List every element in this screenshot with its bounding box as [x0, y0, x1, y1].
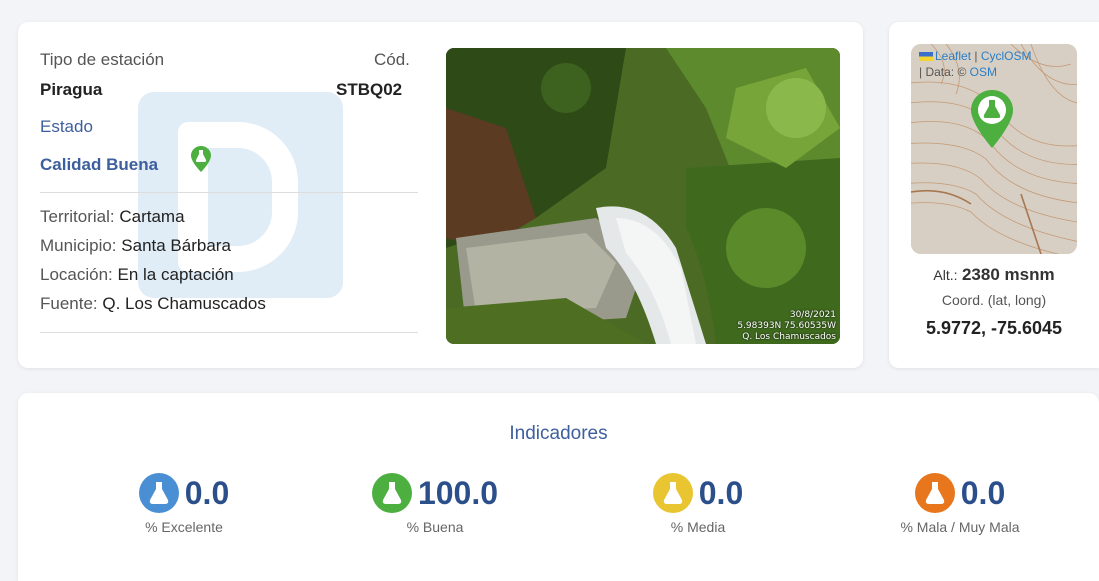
- map[interactable]: Leaflet | CyclOSM | Data: © OSM: [911, 44, 1077, 254]
- photo-source: Q. Los Chamuscados: [742, 332, 836, 342]
- fuente-row: Fuente: Q. Los Chamuscados: [40, 294, 266, 313]
- indicators-card: Indicadores 0.0 % Excelente 100.0 % Buen…: [18, 393, 1099, 581]
- indicator-label: % Buena: [406, 519, 464, 535]
- quality-pin-icon: [191, 146, 211, 172]
- flask-icon: [138, 473, 179, 513]
- indicator-value: 0.0: [698, 474, 744, 511]
- indicator-label: % Excelente: [145, 519, 223, 535]
- station-type-label: Tipo de estación: [40, 50, 165, 69]
- flask-icon: [371, 473, 412, 513]
- map-marker-icon[interactable]: [971, 90, 1013, 148]
- indicator-mala: 0.0 % Mala / Muy Mala: [860, 473, 1060, 535]
- indicator-value: 0.0: [960, 474, 1006, 511]
- municipio-row: Municipio: Santa Bárbara: [40, 236, 231, 255]
- indicator-label: % Media: [670, 519, 726, 535]
- ukraine-flag-icon: [919, 52, 933, 62]
- station-photo-image: [446, 48, 840, 344]
- coord-value: 5.9772, -75.6045: [925, 318, 1063, 338]
- station-code-value: STBQ02: [336, 80, 403, 99]
- divider: [40, 192, 418, 193]
- locacion-row: Locación: En la captación: [40, 265, 234, 284]
- territorial-row: Territorial: Cartama: [40, 207, 185, 226]
- station-card: Tipo de estación Cód. Piragua STBQ02 Est…: [18, 22, 863, 368]
- station-code-label: Cód.: [374, 50, 410, 69]
- photo-coords: 5.98393N 75.60535W: [737, 321, 836, 331]
- altitude: Alt.: 2380 msnm: [933, 265, 1055, 284]
- flask-icon: [652, 473, 693, 513]
- photo-date: 30/8/2021: [789, 310, 836, 320]
- map-card: Leaflet | CyclOSM | Data: © OSM Alt.: 23…: [889, 22, 1099, 368]
- indicator-excelente: 0.0 % Excelente: [84, 473, 284, 535]
- divider: [40, 332, 418, 333]
- indicator-value: 100.0: [417, 474, 499, 511]
- station-type-value: Piragua: [40, 80, 103, 99]
- flask-icon: [914, 473, 955, 513]
- cyclosm-link[interactable]: CyclOSM: [981, 49, 1032, 63]
- status-label: Estado: [40, 117, 93, 136]
- map-attribution: Leaflet | CyclOSM | Data: © OSM: [919, 49, 1032, 79]
- osm-link[interactable]: OSM: [970, 65, 997, 79]
- indicator-label: % Mala / Muy Mala: [900, 519, 1020, 535]
- leaflet-link[interactable]: Leaflet: [935, 49, 971, 63]
- indicator-buena: 100.0 % Buena: [335, 473, 535, 535]
- coord-label: Coord. (lat, long): [941, 292, 1047, 308]
- indicator-media: 0.0 % Media: [598, 473, 798, 535]
- station-photo[interactable]: 30/8/2021 5.98393N 75.60535W Q. Los Cham…: [446, 48, 840, 344]
- indicator-value: 0.0: [184, 474, 230, 511]
- status-value: Calidad Buena: [40, 155, 159, 174]
- indicators-title: Indicadores: [509, 423, 608, 444]
